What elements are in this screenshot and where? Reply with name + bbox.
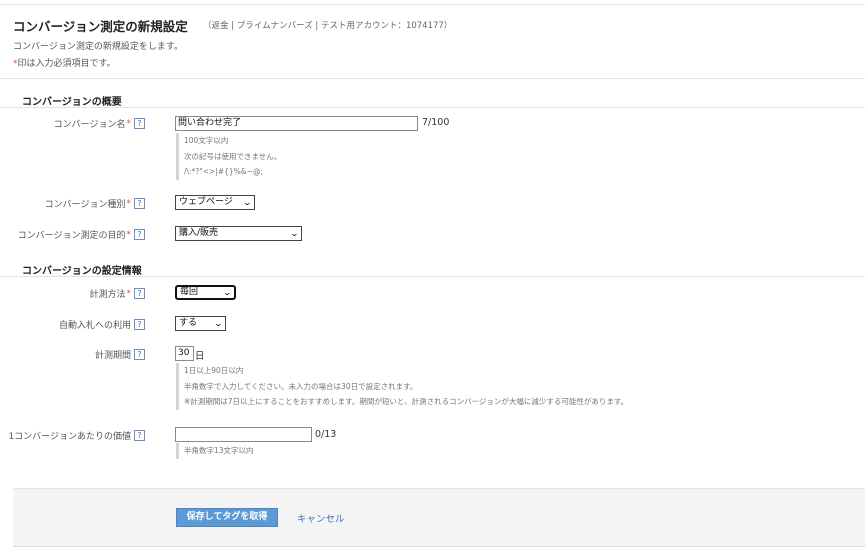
hint-line: 1日以上90日以内 [184,366,244,375]
required-star: * [126,229,132,240]
bottom-divider [13,546,865,547]
help-icon[interactable]: ? [134,319,145,330]
chevron-down-icon: ⌄ [242,198,253,207]
help-icon[interactable]: ? [134,118,145,129]
conversion-purpose-label-text: コンバージョン測定の目的 [17,231,126,241]
required-star: * [126,198,132,209]
value-per-conversion-hints: 半角数字13文字以内 [176,443,254,459]
chevron-down-icon: ⌄ [289,229,300,238]
counting-method-select[interactable]: 毎回 ⌄ [175,285,236,300]
hint-line: 半角数字13文字以内 [184,446,254,455]
value-per-conversion-input[interactable] [175,427,312,442]
auto-bidding-select[interactable]: する ⌄ [175,316,226,331]
conversion-name-counter: 7/100 [422,117,450,128]
cancel-link[interactable]: キャンセル [297,511,345,525]
help-icon[interactable]: ? [134,430,145,441]
help-icon[interactable]: ? [134,349,145,360]
hint-line: ※計測期間は7日以上にすることをおすすめします。期間が短いと、計測されるコンバー… [184,397,629,406]
conversion-type-select[interactable]: ウェブページ ⌄ [175,195,255,210]
section-title-settings: コンバージョンの設定情報 [22,266,142,277]
page-description: コンバージョン測定の新規設定をします。 [13,42,183,52]
counting-method-label-text: 計測方法 [89,290,126,300]
conversion-name-label-text: コンバージョン名 [53,120,126,130]
measurement-period-unit: 日 [195,351,205,362]
conversion-name-label: コンバージョン名 *? [54,117,145,130]
hint-line: /\:*?"<>|#{}%&~@; [184,167,263,176]
measurement-period-input[interactable]: 30 [175,346,194,361]
top-divider [0,4,865,5]
required-note-text: 印は入力必須項目です。 [17,59,116,69]
chevron-down-icon: ⌄ [213,319,224,328]
required-star: * [126,288,132,299]
conversion-type-label: コンバージョン種別 *? [45,197,145,210]
required-star: * [126,118,132,129]
form-footer [13,488,865,546]
measurement-period-hints: 1日以上90日以内 半角数字で入力してください。未入力の場合は30日で設定されま… [176,363,628,410]
counting-method-value: 毎回 [180,287,199,297]
save-and-get-tag-button[interactable]: 保存してタグを取得 [176,508,278,527]
conversion-purpose-value: 購入/販売 [179,228,219,238]
measurement-period-label: 計測期間? [95,348,145,361]
required-note: *印は入力必須項目です。 [13,56,116,69]
conversion-purpose-label: コンバージョン測定の目的 *? [18,228,145,241]
auto-bidding-label-text: 自動入札への利用 [58,321,131,331]
conversion-type-label-text: コンバージョン種別 [44,200,126,210]
auto-bidding-value: する [179,318,198,328]
help-icon[interactable]: ? [134,198,145,209]
counting-method-label: 計測方法 *? [89,287,145,300]
measurement-period-label-text: 計測期間 [94,351,131,361]
section-divider-overview [0,107,865,108]
conversion-type-value: ウェブページ [179,197,233,207]
value-per-conversion-counter: 0/13 [315,429,337,440]
conversion-name-input[interactable]: 問い合わせ完了 [175,116,418,131]
value-per-conversion-label: 1コンバージョンあたりの価値? [8,429,145,442]
conversion-purpose-select[interactable]: 購入/販売 ⌄ [175,226,302,241]
hint-line: 次の記号は使用できません。 [184,151,282,161]
conversion-name-hints: 100文字以内 次の記号は使用できません。 /\:*?"<>|#{}%&~@; [176,133,281,180]
account-meta: （返金 | プライムナンバーズ | テスト用アカウント：1074177） [203,21,453,31]
section-divider-settings [0,276,865,277]
hint-line: 半角数字で入力してください。未入力の場合は30日で設定されます。 [184,381,418,391]
chevron-down-icon: ⌄ [222,288,233,297]
section-title-overview: コンバージョンの概要 [22,97,122,108]
page-title: コンバージョン測定の新規設定 [13,19,188,34]
hint-line: 100文字以内 [184,136,229,145]
help-icon[interactable]: ? [134,229,145,240]
value-per-conversion-label-text: 1コンバージョンあたりの価値 [8,432,131,442]
auto-bidding-label: 自動入札への利用? [59,318,145,331]
help-icon[interactable]: ? [134,288,145,299]
header-divider [0,78,865,79]
